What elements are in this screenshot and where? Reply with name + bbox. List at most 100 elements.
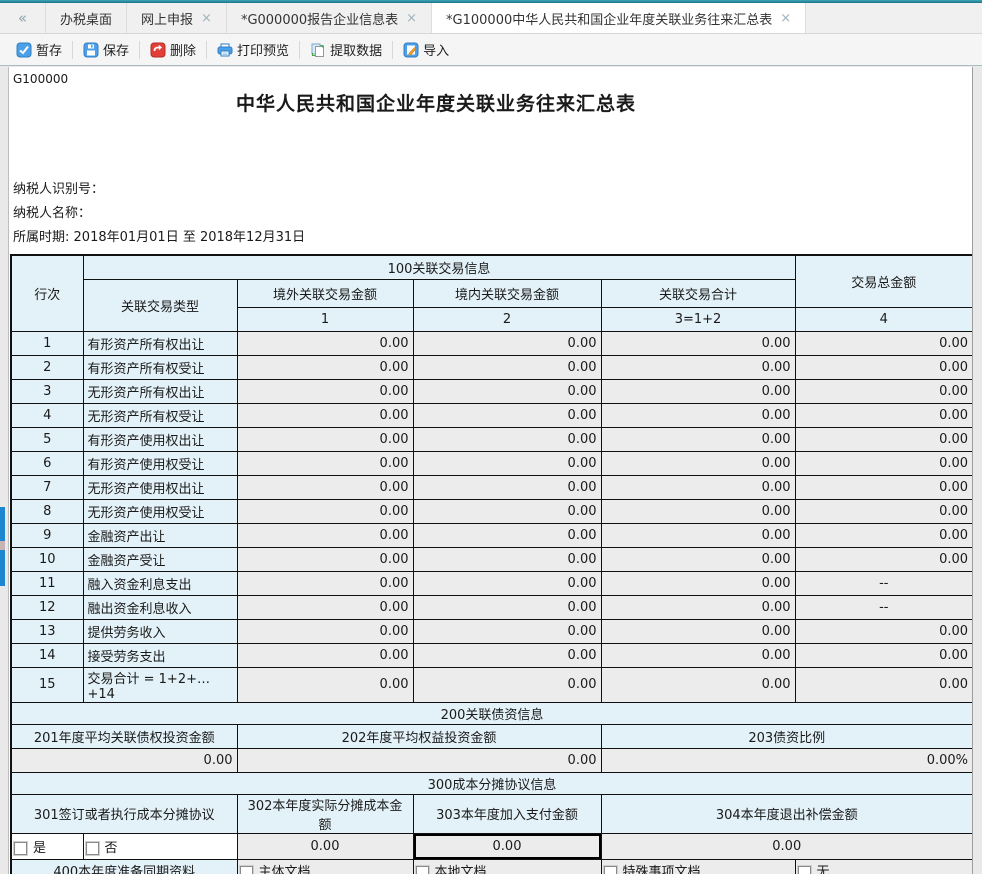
sidebar-collapse-handle[interactable] — [0, 507, 5, 586]
subtotal-amount-cell[interactable]: 0.00 — [601, 571, 795, 595]
domestic-amount-cell[interactable]: 0.00 — [413, 379, 601, 403]
yes-label: 是 — [33, 841, 46, 856]
overseas-amount-cell[interactable]: 0.00 — [237, 523, 413, 547]
value-304-cell[interactable]: 0.00 — [601, 833, 973, 859]
cba-yes-cell[interactable]: 是 — [11, 833, 83, 859]
total-amount-cell[interactable]: 0.00 — [795, 379, 973, 403]
total-amount-cell[interactable]: 0.00 — [795, 619, 973, 643]
domestic-amount-cell[interactable]: 0.00 — [413, 355, 601, 379]
header-row-group: 行次 100关联交易信息 交易总金额 — [11, 255, 973, 279]
value-303-cell[interactable]: 0.00 — [413, 833, 601, 859]
domestic-amount-cell[interactable]: 0.00 — [413, 499, 601, 523]
total-amount-cell[interactable]: 0.00 — [795, 427, 973, 451]
domestic-amount-cell[interactable]: 0.00 — [413, 547, 601, 571]
doc-none-cell[interactable]: 无 — [795, 859, 973, 874]
checkbox-local-doc-icon[interactable] — [416, 866, 429, 874]
domestic-amount-cell[interactable]: 0.00 — [413, 595, 601, 619]
collapse-tabs-button[interactable]: « — [0, 3, 46, 33]
checkbox-master-doc-icon[interactable] — [240, 866, 253, 874]
subtotal-amount-cell[interactable]: 0.00 — [601, 643, 795, 667]
extract-data-button[interactable]: 提取数据 — [302, 38, 390, 62]
print-preview-button[interactable]: 打印预览 — [209, 38, 297, 62]
subtotal-amount-cell[interactable]: 0.00 — [601, 403, 795, 427]
overseas-amount-cell[interactable]: 0.00 — [237, 547, 413, 571]
domestic-amount-cell[interactable]: 0.00 — [413, 475, 601, 499]
domestic-amount-cell[interactable]: 0.00 — [413, 667, 601, 702]
subtotal-amount-cell[interactable]: 0.00 — [601, 547, 795, 571]
total-amount-cell[interactable]: 0.00 — [795, 547, 973, 571]
overseas-amount-cell[interactable]: 0.00 — [237, 499, 413, 523]
domestic-amount-cell[interactable]: 0.00 — [413, 427, 601, 451]
close-icon[interactable]: × — [201, 12, 212, 25]
tab-online-declaration[interactable]: 网上申报 × — [127, 3, 227, 33]
table-row: 4无形资产所有权受让0.000.000.000.00 — [11, 403, 973, 427]
overseas-amount-cell[interactable]: 0.00 — [237, 379, 413, 403]
subtotal-amount-cell[interactable]: 0.00 — [601, 523, 795, 547]
overseas-amount-cell[interactable]: 0.00 — [237, 595, 413, 619]
total-amount-cell[interactable]: 0.00 — [795, 499, 973, 523]
overseas-amount-cell[interactable]: 0.00 — [237, 619, 413, 643]
value-202-cell[interactable]: 0.00 — [237, 748, 601, 772]
subtotal-amount-cell[interactable]: 0.00 — [601, 499, 795, 523]
subtotal-amount-cell[interactable]: 0.00 — [601, 427, 795, 451]
subtotal-amount-cell[interactable]: 0.00 — [601, 451, 795, 475]
value-203-cell[interactable]: 0.00% — [601, 748, 973, 772]
total-amount-cell[interactable]: 0.00 — [795, 403, 973, 427]
domestic-amount-cell[interactable]: 0.00 — [413, 523, 601, 547]
total-amount-cell[interactable]: -- — [795, 595, 973, 619]
doc-master-cell[interactable]: 主体文档 — [237, 859, 413, 874]
overseas-amount-cell[interactable]: 0.00 — [237, 355, 413, 379]
subtotal-amount-cell[interactable]: 0.00 — [601, 475, 795, 499]
save-button[interactable]: 保存 — [75, 38, 137, 62]
overseas-amount-cell[interactable]: 0.00 — [237, 643, 413, 667]
subtotal-amount-cell[interactable]: 0.00 — [601, 379, 795, 403]
checkbox-no-icon[interactable] — [86, 842, 99, 855]
tab-g100000[interactable]: *G100000中华人民共和国企业年度关联业务往来汇总表 × — [432, 3, 806, 33]
subtotal-amount-cell[interactable]: 0.00 — [601, 355, 795, 379]
total-amount-cell[interactable]: 0.00 — [795, 523, 973, 547]
overseas-amount-cell[interactable]: 0.00 — [237, 403, 413, 427]
import-button[interactable]: 导入 — [395, 38, 457, 62]
doc-special-cell[interactable]: 特殊事项文档 — [601, 859, 795, 874]
checkbox-none-icon[interactable] — [798, 866, 811, 874]
subtotal-amount-cell[interactable]: 0.00 — [601, 595, 795, 619]
row-number-cell: 1 — [11, 331, 83, 355]
overseas-amount-cell[interactable]: 0.00 — [237, 451, 413, 475]
total-amount-cell[interactable]: 0.00 — [795, 475, 973, 499]
total-amount-cell[interactable]: -- — [795, 571, 973, 595]
overseas-amount-cell[interactable]: 0.00 — [237, 667, 413, 702]
tab-desktop[interactable]: 办税桌面 — [46, 3, 127, 33]
domestic-amount-cell[interactable]: 0.00 — [413, 331, 601, 355]
tab-g000000[interactable]: *G000000报告企业信息表 × — [227, 3, 432, 33]
total-amount-cell[interactable]: 0.00 — [795, 667, 973, 702]
option-label: 本地文档 — [435, 865, 487, 874]
total-amount-cell[interactable]: 0.00 — [795, 331, 973, 355]
doc-local-cell[interactable]: 本地文档 — [413, 859, 601, 874]
value-201-cell[interactable]: 0.00 — [11, 748, 237, 772]
close-icon[interactable]: × — [780, 12, 791, 25]
delete-button[interactable]: 删除 — [142, 38, 204, 62]
domestic-amount-cell[interactable]: 0.00 — [413, 403, 601, 427]
domestic-amount-cell[interactable]: 0.00 — [413, 571, 601, 595]
checkbox-yes-icon[interactable] — [14, 842, 27, 855]
row-number-cell: 9 — [11, 523, 83, 547]
total-amount-cell[interactable]: 0.00 — [795, 643, 973, 667]
subtotal-amount-cell[interactable]: 0.00 — [601, 619, 795, 643]
draft-button[interactable]: 暂存 — [8, 38, 70, 62]
close-icon[interactable]: × — [406, 12, 417, 25]
total-amount-cell[interactable]: 0.00 — [795, 355, 973, 379]
total-amount-cell[interactable]: 0.00 — [795, 451, 973, 475]
print-preview-icon — [217, 42, 233, 58]
subtotal-amount-cell[interactable]: 0.00 — [601, 331, 795, 355]
overseas-amount-cell[interactable]: 0.00 — [237, 571, 413, 595]
domestic-amount-cell[interactable]: 0.00 — [413, 451, 601, 475]
domestic-amount-cell[interactable]: 0.00 — [413, 643, 601, 667]
domestic-amount-cell[interactable]: 0.00 — [413, 619, 601, 643]
checkbox-special-doc-icon[interactable] — [604, 866, 617, 874]
value-302-cell[interactable]: 0.00 — [237, 833, 413, 859]
overseas-amount-cell[interactable]: 0.00 — [237, 475, 413, 499]
subtotal-amount-cell[interactable]: 0.00 — [601, 667, 795, 702]
cba-no-cell[interactable]: 否 — [83, 833, 237, 859]
overseas-amount-cell[interactable]: 0.00 — [237, 331, 413, 355]
overseas-amount-cell[interactable]: 0.00 — [237, 427, 413, 451]
